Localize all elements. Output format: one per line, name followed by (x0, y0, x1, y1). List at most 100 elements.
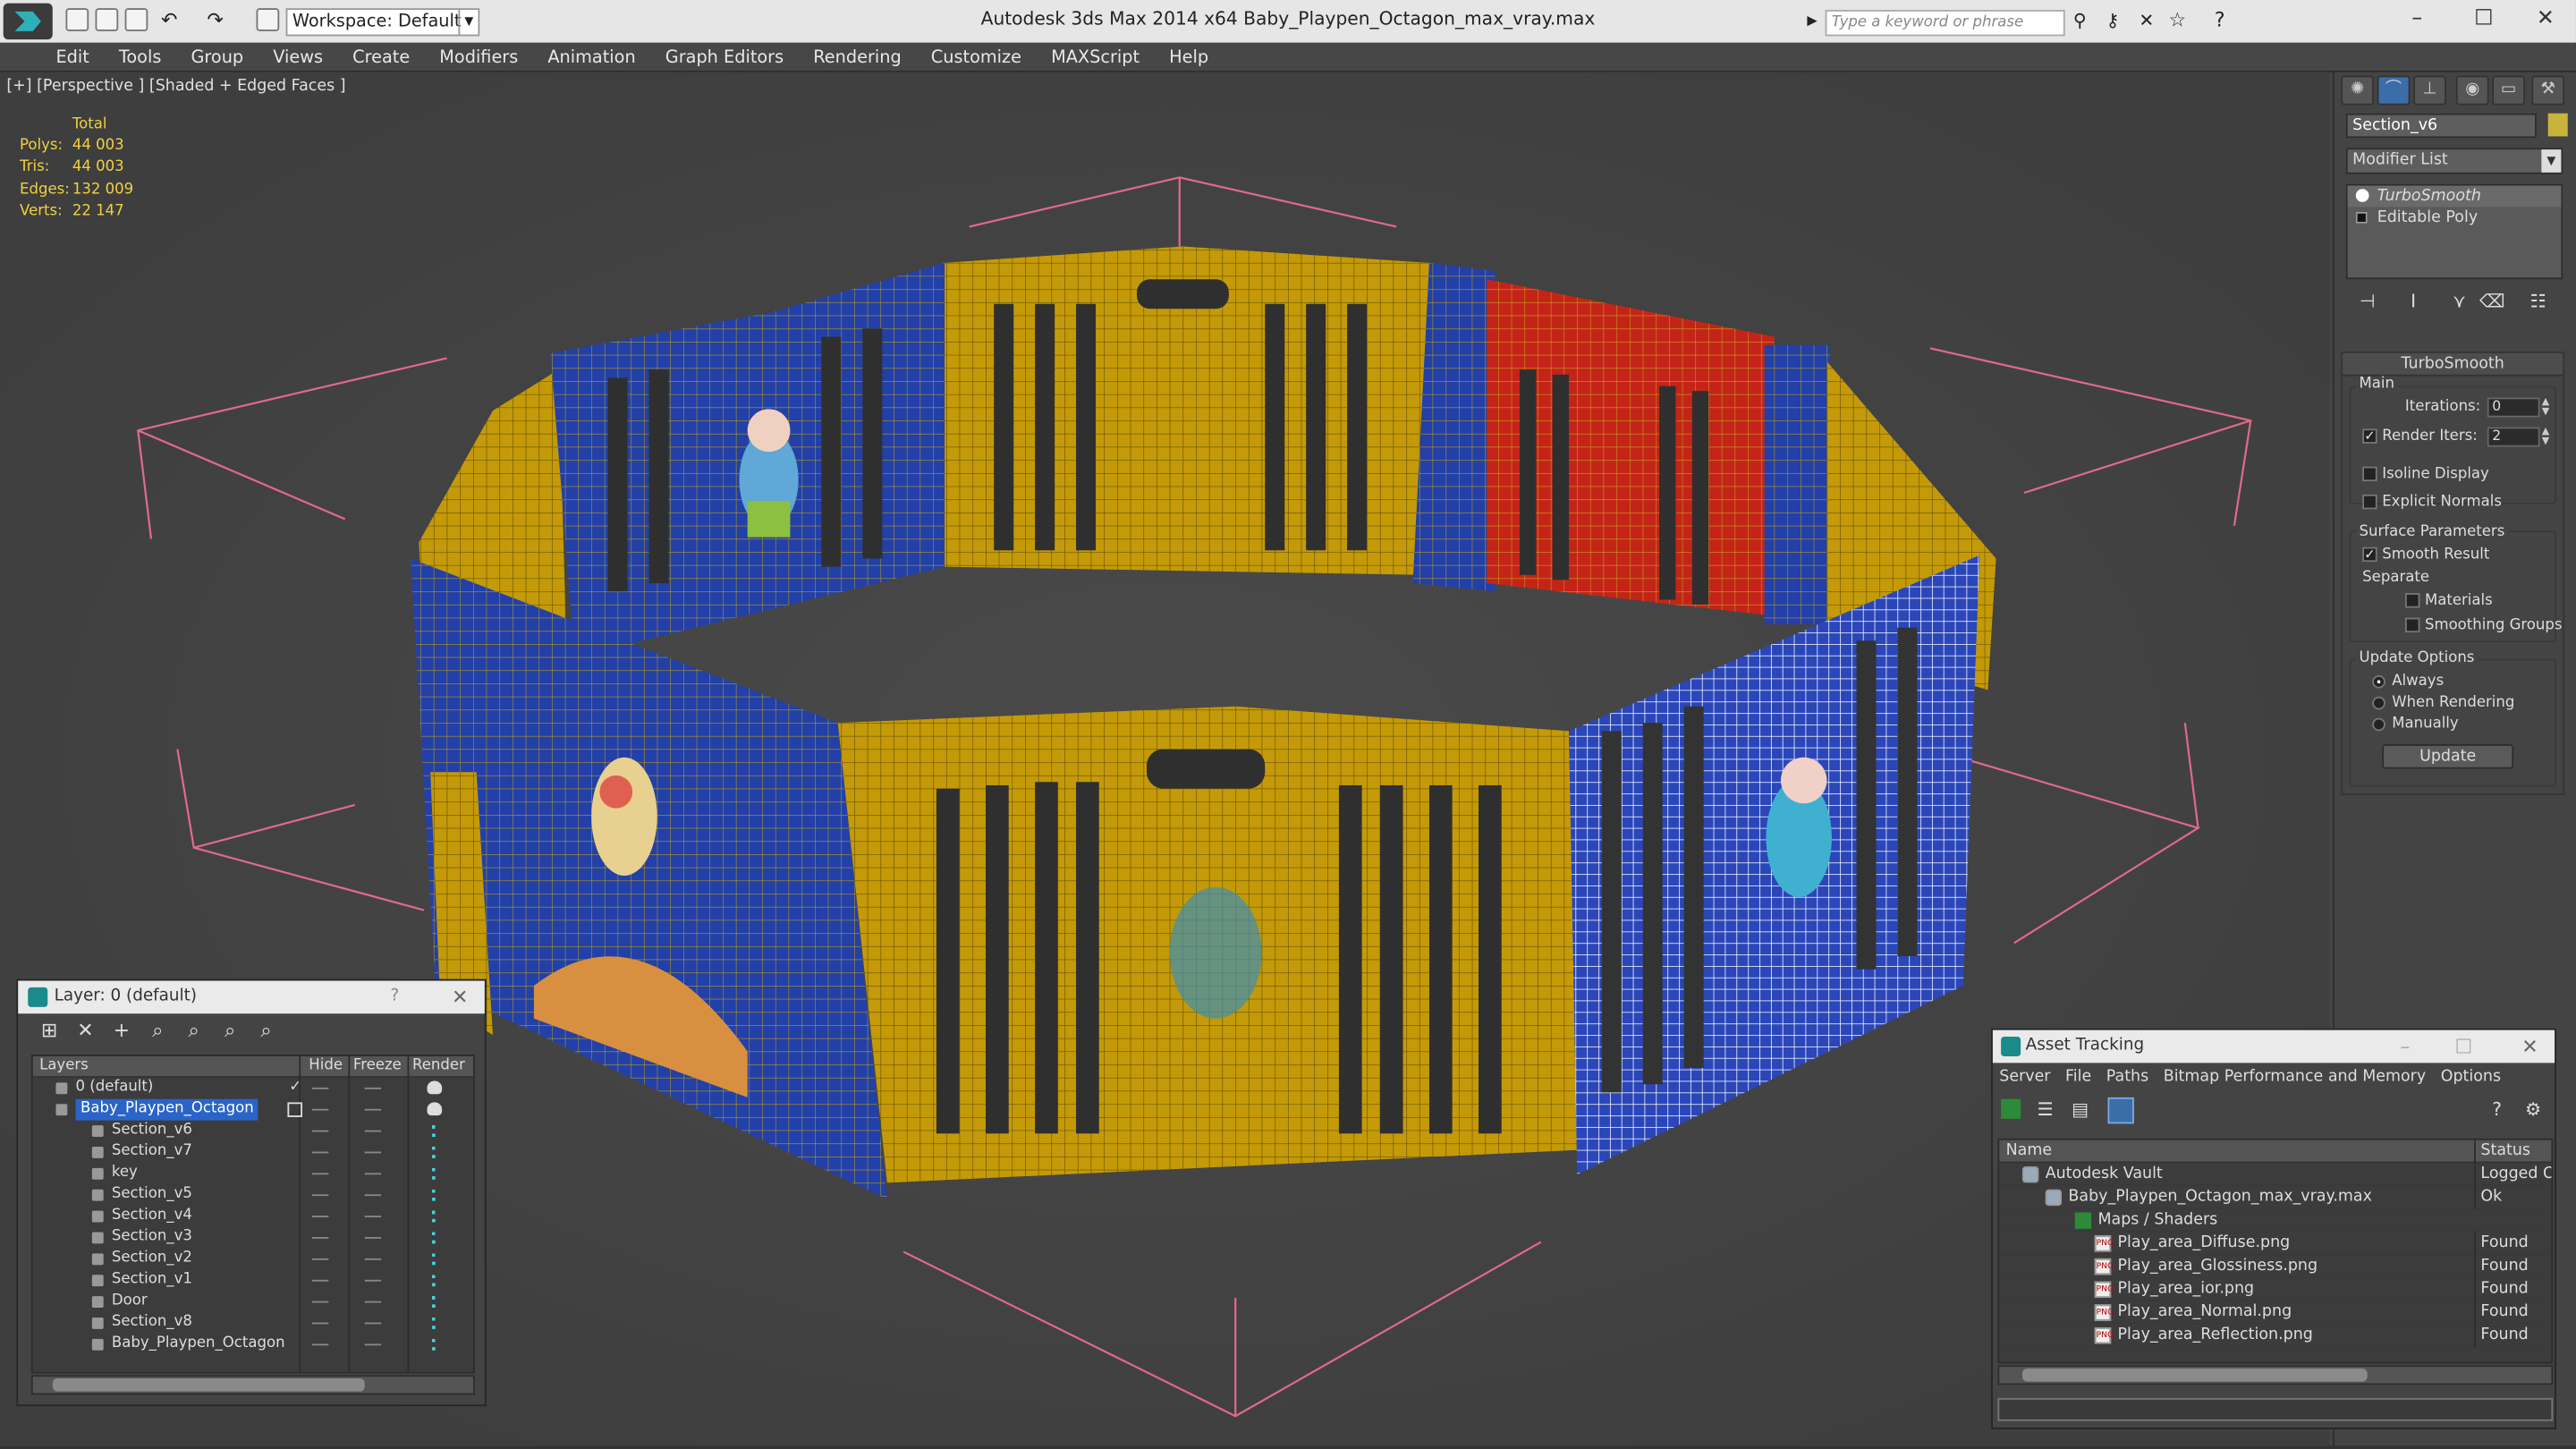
hide-toggle[interactable] (311, 1151, 329, 1154)
asset-menu-server[interactable]: Server (1999, 1068, 2050, 1086)
layer-object-row[interactable]: Section_v5 (33, 1184, 473, 1206)
scrollbar-thumb[interactable] (52, 1377, 365, 1392)
minimize-button[interactable]: – (2411, 6, 2422, 31)
stack-item-turbosmooth[interactable]: TurboSmooth (2347, 185, 2562, 208)
smooth-result-checkbox[interactable]: ✓ (2362, 547, 2377, 563)
expand-arrow-icon[interactable]: ▶ (1807, 13, 1817, 29)
layer-object-row[interactable]: Section_v3 (33, 1227, 473, 1249)
layer-object-row[interactable]: Section_v1 (33, 1270, 473, 1292)
configure-sets-icon[interactable]: ☷ (2525, 291, 2551, 316)
select-objects-icon[interactable]: ⌕ (140, 1019, 175, 1044)
display-tab-icon[interactable]: ▭ (2492, 75, 2526, 106)
object-name-field[interactable]: Section_v6 (2345, 113, 2537, 139)
menu-item-create[interactable]: Create (338, 43, 425, 72)
render-toggle[interactable] (432, 1189, 438, 1201)
manually-radio[interactable] (2372, 717, 2385, 732)
utilities-tab-icon[interactable]: ⚒ (2531, 75, 2565, 106)
spinner-arrows-icon[interactable]: ▲ ▼ (2540, 427, 2552, 447)
freeze-all-icon[interactable]: ⌕ (248, 1019, 284, 1044)
asset-row[interactable]: PNG Play_area_ior.png Found (1999, 1277, 2552, 1301)
menu-item-tools[interactable]: Tools (104, 43, 176, 72)
close-button[interactable]: ✕ (2537, 6, 2555, 31)
hide-toggle[interactable] (311, 1108, 329, 1111)
update-button[interactable]: Update (2382, 744, 2514, 769)
iterations-spinner[interactable]: 0 (2487, 397, 2540, 418)
create-layer-icon[interactable]: ⊞ (31, 1019, 67, 1042)
column-render[interactable]: Render (412, 1056, 465, 1078)
hide-toggle[interactable] (311, 1173, 329, 1175)
hide-toggle[interactable] (311, 1343, 329, 1346)
layer-object-row[interactable]: Section_v4 (33, 1206, 473, 1227)
layer-object-row[interactable]: Section_v7 (33, 1142, 473, 1164)
render-toggle[interactable] (432, 1275, 438, 1287)
asset-row[interactable]: PNG Play_area_Diffuse.png Found (1999, 1232, 2552, 1256)
freeze-toggle[interactable] (364, 1087, 382, 1089)
expand-box-icon[interactable] (2355, 211, 2368, 224)
asset-row[interactable]: Baby_Playpen_Octagon_max_vray.max Ok (1999, 1186, 2552, 1209)
always-radio[interactable] (2372, 674, 2385, 689)
show-end-result-icon[interactable]: Ⅰ (2400, 291, 2426, 316)
settings-icon[interactable]: ⚙ (2525, 1099, 2541, 1121)
layer-object-row[interactable]: Door (33, 1292, 473, 1313)
column-layers[interactable]: Layers (39, 1056, 89, 1078)
spinner-arrows-icon[interactable]: ▲ ▼ (2540, 397, 2552, 417)
freeze-toggle[interactable] (364, 1237, 382, 1239)
favorites-star-icon[interactable]: ☆ (2168, 8, 2186, 31)
smoothing-groups-checkbox[interactable] (2404, 617, 2420, 633)
freeze-toggle[interactable] (364, 1130, 382, 1132)
hide-toggle[interactable] (311, 1130, 329, 1132)
asset-row[interactable]: PNG Play_area_Glossiness.png Found (1999, 1255, 2552, 1278)
close-icon[interactable]: ✕ (452, 981, 468, 1014)
menu-item-group[interactable]: Group (176, 43, 258, 72)
make-unique-icon[interactable]: ⋎ (2446, 291, 2472, 316)
hide-toggle[interactable] (311, 1279, 329, 1282)
isoline-display-checkbox[interactable] (2362, 466, 2377, 482)
materials-checkbox[interactable] (2404, 593, 2420, 608)
menu-item-animation[interactable]: Animation (533, 43, 650, 72)
asset-row[interactable]: Autodesk Vault Logged Out (1999, 1163, 2552, 1187)
freeze-toggle[interactable] (364, 1151, 382, 1154)
grid-view-icon[interactable] (2107, 1097, 2134, 1124)
menu-item-edit[interactable]: Edit (0, 43, 104, 72)
render-toggle[interactable] (432, 1167, 438, 1180)
asset-menu-options[interactable]: Options (2441, 1068, 2501, 1086)
stack-item-editable-poly[interactable]: Editable Poly (2348, 207, 2562, 228)
modifier-list-dropdown[interactable]: Modifier List ▼ (2345, 148, 2563, 174)
delete-layer-icon[interactable]: ✕ (67, 1019, 103, 1042)
freeze-toggle[interactable] (364, 1216, 382, 1217)
hide-toggle[interactable] (311, 1301, 329, 1303)
asset-row[interactable]: Maps / Shaders (1999, 1209, 2552, 1233)
render-toggle[interactable] (432, 1318, 438, 1329)
hide-toggle[interactable] (311, 1237, 329, 1239)
horizontal-scrollbar[interactable] (30, 1375, 475, 1395)
column-freeze[interactable]: Freeze (353, 1056, 402, 1078)
maximize-icon[interactable]: ☐ (2454, 1030, 2472, 1063)
motion-tab-icon[interactable]: ◉ (2455, 75, 2489, 106)
binoculars-icon[interactable]: ⚲ (2073, 10, 2087, 31)
subscription-icon[interactable]: ⚷ (2106, 10, 2120, 31)
render-toggle[interactable] (432, 1338, 438, 1351)
list-view-icon[interactable]: ☰ (2038, 1099, 2054, 1121)
column-hide[interactable]: Hide (309, 1056, 343, 1078)
active-layer-check-icon[interactable]: ✓ (289, 1078, 301, 1099)
menu-item-help[interactable]: Help (1155, 43, 1224, 72)
asset-row[interactable]: PNG Play_area_Reflection.png Found (1999, 1324, 2552, 1348)
hide-toggle[interactable] (311, 1087, 329, 1089)
object-color-swatch[interactable] (2547, 113, 2568, 137)
asset-menu-paths[interactable]: Paths (2106, 1068, 2148, 1086)
menu-item-graph-editors[interactable]: Graph Editors (650, 43, 798, 72)
menu-item-views[interactable]: Views (258, 43, 338, 72)
hide-toggle[interactable] (311, 1216, 329, 1217)
layer-object-row[interactable]: key (33, 1163, 473, 1184)
pin-stack-icon[interactable]: ⊣ (2354, 291, 2380, 316)
modify-tab-icon[interactable]: ⌒ (2377, 75, 2411, 106)
scrollbar-thumb[interactable] (2021, 1368, 2368, 1382)
refresh-icon[interactable] (2001, 1098, 2021, 1119)
freeze-toggle[interactable] (364, 1322, 382, 1325)
asset-menu-file[interactable]: File (2065, 1068, 2091, 1086)
minimize-icon[interactable]: – (2400, 1030, 2410, 1063)
hide-toggle[interactable] (311, 1322, 329, 1325)
freeze-toggle[interactable] (364, 1343, 382, 1346)
close-icon[interactable]: ✕ (2521, 1030, 2538, 1063)
create-tab-icon[interactable]: ✺ (2341, 75, 2375, 106)
